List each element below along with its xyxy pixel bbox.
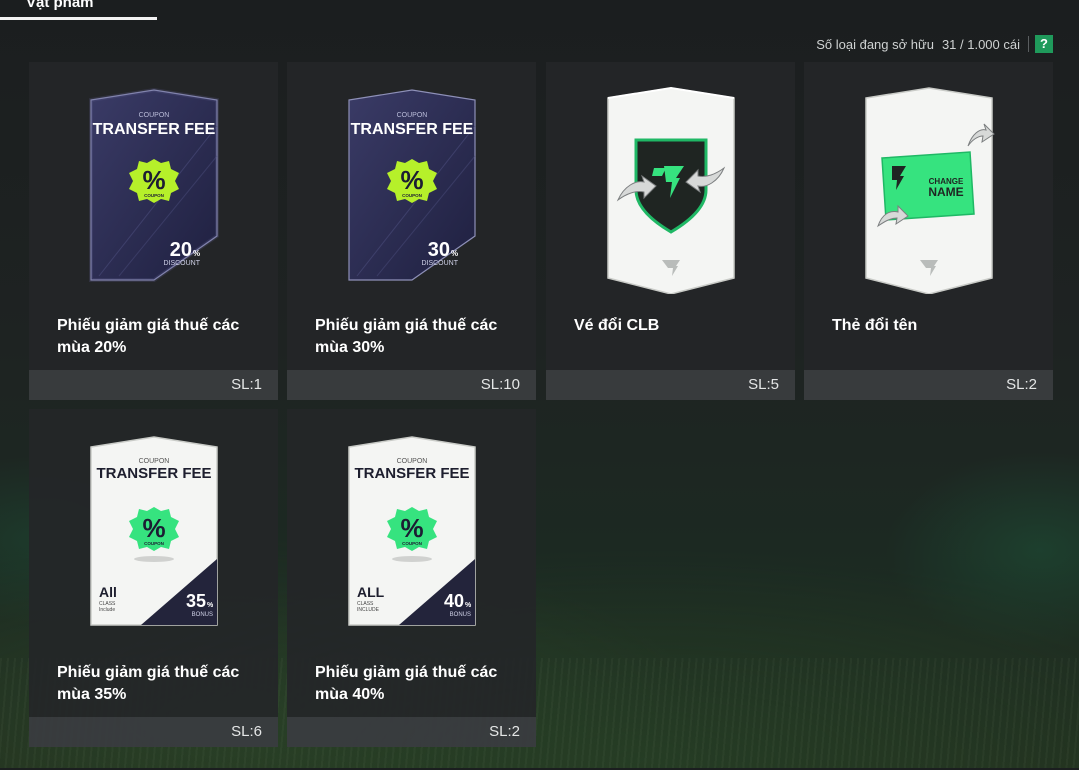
svg-text:All: All <box>99 584 117 600</box>
svg-text:30: 30 <box>428 239 450 261</box>
svg-text:%: % <box>207 602 214 609</box>
svg-text:COUPON: COUPON <box>144 541 164 546</box>
svg-text:COUPON: COUPON <box>397 458 428 465</box>
item-quantity: SL:6 <box>231 723 262 740</box>
svg-text:TRANSFER FEE: TRANSFER FEE <box>351 121 474 138</box>
item-name: Phiếu giảm giá thuế các mùa 20% <box>57 317 240 356</box>
svg-text:%: % <box>451 249 458 258</box>
item-name: Phiếu giảm giá thuế các mùa 35% <box>57 664 240 703</box>
svg-text:COUPON: COUPON <box>402 193 422 198</box>
quantity-bar: SL:2 <box>804 370 1053 400</box>
item-quantity: SL:5 <box>748 376 779 393</box>
svg-text:%: % <box>400 513 423 543</box>
quantity-bar: SL:1 <box>29 370 278 400</box>
ownership-summary: Số loại đang sở hữu 31 / 1.000 cái ? <box>816 34 1053 54</box>
quantity-bar: SL:2 <box>287 717 536 747</box>
tab-active-indicator <box>0 17 157 20</box>
item-card-coupon-30[interactable]: COUPON TRANSFER FEE % COUPON 30 % DISCOU… <box>287 62 536 400</box>
item-card-coupon-20[interactable]: COUPON TRANSFER FEE % COUPON 20 % DISCOU… <box>29 62 278 400</box>
item-card-coupon-40[interactable]: COUPON TRANSFER FEE % COUPON ALL CLASS I… <box>287 409 536 747</box>
svg-text:40: 40 <box>444 591 464 611</box>
club-change-ticket-icon <box>607 86 735 294</box>
item-quantity: SL:10 <box>480 376 520 393</box>
svg-text:INCLUDE: INCLUDE <box>357 607 380 613</box>
quantity-bar: SL:5 <box>546 370 795 400</box>
svg-text:35: 35 <box>186 591 206 611</box>
divider <box>1028 36 1029 52</box>
transfer-fee-coupon-light-icon: COUPON TRANSFER FEE % COUPON ALL CLASS I… <box>348 436 476 626</box>
svg-text:COUPON: COUPON <box>144 193 164 198</box>
quantity-bar: SL:10 <box>287 370 536 400</box>
item-name: Vé đổi CLB <box>574 317 660 334</box>
svg-text:%: % <box>400 165 423 195</box>
svg-text:COUPON: COUPON <box>397 112 428 119</box>
svg-text:TRANSFER FEE: TRANSFER FEE <box>93 121 216 138</box>
svg-text:COUPON: COUPON <box>139 458 170 465</box>
svg-text:DISCOUNT: DISCOUNT <box>163 260 200 267</box>
item-name: Thẻ đổi tên <box>832 317 918 334</box>
svg-text:TRANSFER FEE: TRANSFER FEE <box>96 465 211 482</box>
tab-items-label: Vật phẩm <box>26 0 94 11</box>
svg-text:DISCOUNT: DISCOUNT <box>421 260 458 267</box>
svg-text:NAME: NAME <box>928 185 963 199</box>
item-quantity: SL:1 <box>231 376 262 393</box>
svg-text:COUPON: COUPON <box>139 112 170 119</box>
svg-text:ALL: ALL <box>357 584 385 600</box>
item-name: Phiếu giảm giá thuế các mùa 40% <box>315 664 498 703</box>
svg-text:%: % <box>465 602 472 609</box>
item-quantity: SL:2 <box>1006 376 1037 393</box>
transfer-fee-coupon-dark-icon: COUPON TRANSFER FEE % COUPON 30 % DISCOU… <box>348 89 476 281</box>
svg-text:%: % <box>142 165 165 195</box>
item-card-coupon-35[interactable]: COUPON TRANSFER FEE % COUPON All CLASS I… <box>29 409 278 747</box>
help-button[interactable]: ? <box>1035 35 1053 53</box>
transfer-fee-coupon-light-icon: COUPON TRANSFER FEE % COUPON All CLASS I… <box>90 436 218 626</box>
name-change-card-icon: CHANGE NAME <box>865 87 995 294</box>
item-name: Phiếu giảm giá thuế các mùa 30% <box>315 317 498 356</box>
svg-text:%: % <box>193 249 200 258</box>
ownership-label: Số loại đang sở hữu <box>816 36 934 52</box>
svg-text:%: % <box>142 513 165 543</box>
svg-text:BONUS: BONUS <box>192 612 213 618</box>
item-card-name-change[interactable]: CHANGE NAME Thẻ đổi tên SL:2 <box>804 62 1053 400</box>
item-card-club-change[interactable]: Vé đổi CLB SL:5 <box>546 62 795 400</box>
svg-text:TRANSFER FEE: TRANSFER FEE <box>354 465 469 482</box>
tab-items[interactable]: Vật phẩm <box>0 0 157 20</box>
item-quantity: SL:2 <box>489 723 520 740</box>
quantity-bar: SL:6 <box>29 717 278 747</box>
svg-text:20: 20 <box>170 239 192 261</box>
ownership-count: 31 / 1.000 cái <box>941 36 1020 52</box>
transfer-fee-coupon-dark-icon: COUPON TRANSFER FEE % COUPON 20 % DISCOU… <box>89 87 219 282</box>
svg-text:Include: Include <box>99 607 115 613</box>
svg-text:BONUS: BONUS <box>450 612 471 618</box>
svg-text:COUPON: COUPON <box>402 541 422 546</box>
